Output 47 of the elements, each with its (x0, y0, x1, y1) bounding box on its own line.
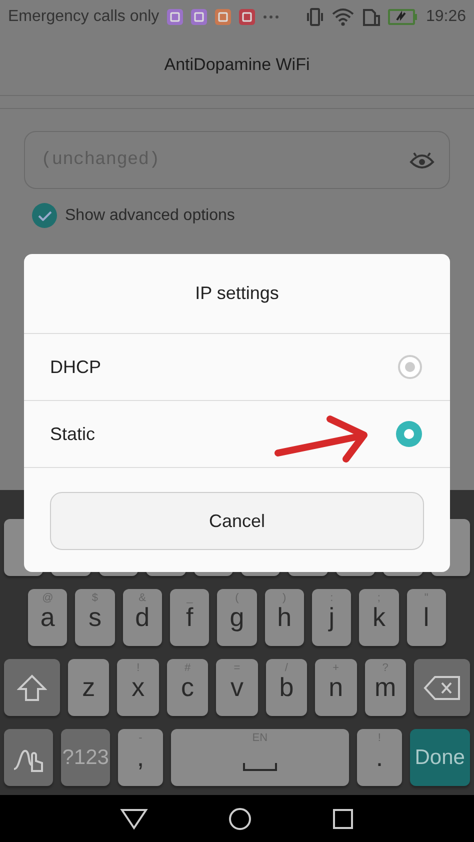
cancel-button[interactable]: Cancel (50, 492, 424, 550)
key-hint: ? (381, 662, 390, 674)
dialog-title: IP settings (195, 283, 279, 304)
letter-key[interactable]: + n (315, 659, 357, 716)
key-hint: / (284, 662, 289, 674)
letter-key[interactable]: = v (216, 659, 258, 716)
key-hint: = (232, 662, 242, 674)
key-hint: ! (136, 662, 141, 674)
letter-key[interactable]: ( g (217, 589, 257, 646)
key-hint: " (423, 592, 430, 604)
option-label: DHCP (50, 356, 102, 378)
key-hint: $ (90, 592, 100, 604)
letter-key[interactable]: / b (266, 659, 308, 716)
letter-key[interactable]: " l (406, 589, 446, 646)
key-hint: ; (376, 592, 382, 604)
letter-key[interactable]: ) h (264, 589, 304, 646)
letter-key[interactable]: $ s (75, 589, 115, 646)
clock-text: 19:26 (426, 8, 466, 26)
letter-key[interactable]: : j (312, 589, 352, 646)
key-hint: # (183, 662, 192, 674)
key-hint: ) (281, 592, 288, 604)
key-hint: _ (186, 592, 194, 604)
letter-key[interactable]: @ a (28, 589, 68, 646)
page-title: AntiDopamine WiFi (164, 54, 310, 74)
letter-key[interactable]: z (68, 659, 110, 716)
letter-key[interactable]: # c (166, 659, 208, 716)
letter-key[interactable]: _ f (170, 589, 210, 646)
key-hint: + (332, 662, 340, 674)
done-key[interactable]: Done (410, 729, 470, 786)
symbols-key[interactable]: ?123 (61, 729, 110, 786)
checkbox-label: Show advanced options (65, 206, 235, 224)
key-hint: ( (234, 592, 240, 604)
letter-key[interactable]: ; k (359, 589, 399, 646)
key-hint: : (329, 592, 334, 604)
letter-key[interactable]: - , (118, 729, 163, 786)
key-hint: @ (41, 592, 54, 604)
key-hint: & (138, 592, 147, 604)
option-row[interactable]: DHCP (24, 334, 450, 401)
status-text: Emergency calls only (8, 8, 160, 26)
key-hint: ! (376, 732, 382, 744)
letter-key[interactable]: ! . (357, 729, 402, 786)
option-row[interactable]: Static (24, 401, 450, 468)
key-hint: - (138, 732, 144, 744)
option-label: Static (50, 424, 96, 444)
letter-key[interactable]: & d (122, 589, 162, 646)
letter-key[interactable]: ! x (117, 659, 159, 716)
letter-key[interactable]: ? m (364, 659, 406, 716)
